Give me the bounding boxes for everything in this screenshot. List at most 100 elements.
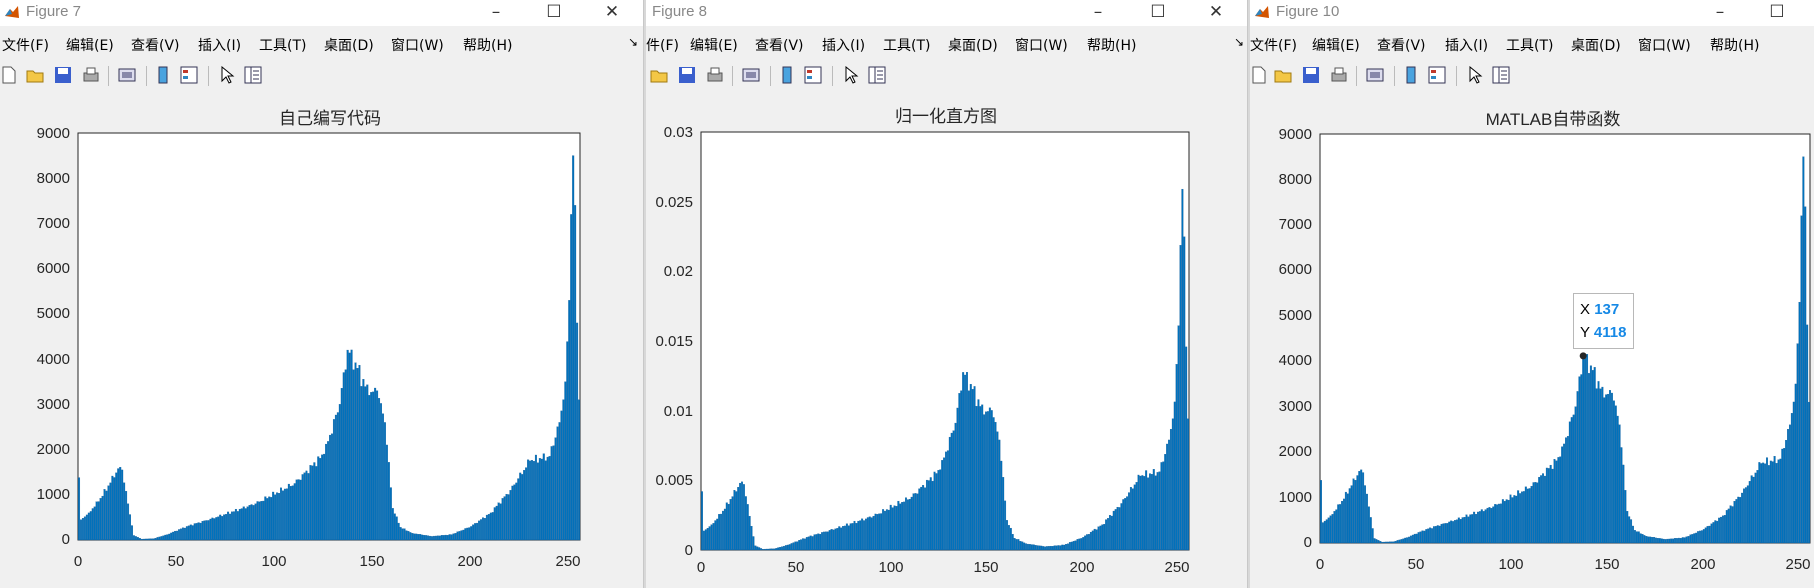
property-editor-icon[interactable] — [244, 66, 262, 84]
histogram-bar — [985, 411, 987, 551]
minimize-button[interactable]: – — [474, 0, 518, 26]
matlab-icon — [1254, 4, 1270, 20]
histogram-bar — [1808, 401, 1811, 544]
close-button[interactable]: ✕ — [1194, 0, 1238, 26]
print-icon[interactable] — [1330, 66, 1348, 84]
print-icon[interactable] — [82, 66, 100, 84]
histogram-bar — [1741, 492, 1744, 544]
legend-icon[interactable] — [1428, 66, 1446, 84]
new-figure-icon[interactable] — [1250, 66, 1268, 84]
histogram-bar — [988, 407, 991, 551]
save-icon[interactable] — [1302, 66, 1320, 84]
link-plot-icon[interactable] — [1366, 66, 1384, 84]
menu-file[interactable]: 文件(F) — [2, 35, 49, 55]
minimize-button[interactable]: – — [1076, 0, 1120, 26]
maximize-button[interactable]: ☐ — [1755, 0, 1799, 26]
open-folder-icon[interactable] — [26, 66, 44, 84]
histogram-bar — [399, 527, 402, 541]
menu-help[interactable]: 帮助(H) — [1087, 35, 1136, 55]
menu-edit[interactable]: 编辑(E) — [66, 35, 114, 55]
menu-insert[interactable]: 插入(I) — [1445, 35, 1488, 55]
histogram-bar — [958, 393, 961, 551]
colorbar-icon[interactable] — [154, 66, 172, 84]
pointer-icon[interactable] — [218, 65, 236, 84]
dock-arrow-icon[interactable]: ↘ — [1234, 35, 1244, 49]
histogram-bar — [712, 523, 715, 551]
histogram-bar — [113, 477, 116, 541]
menu-view[interactable]: 查看(V) — [1377, 35, 1426, 55]
menu-desktop[interactable]: 桌面(D) — [324, 35, 374, 55]
maximize-button[interactable]: ☐ — [532, 0, 576, 26]
histogram-bar — [1088, 534, 1090, 551]
histogram-bar — [935, 473, 938, 551]
menu-help[interactable]: 帮助(H) — [1710, 35, 1759, 55]
menu-insert[interactable]: 插入(I) — [822, 35, 865, 55]
menu-window[interactable]: 窗口(W) — [391, 35, 444, 55]
axes-svg[interactable]: 归一化直方图 0 0.005 0.01 0.015 0.02 0.025 0.0… — [646, 92, 1247, 588]
menu-view[interactable]: 查看(V) — [131, 35, 180, 55]
print-icon[interactable] — [706, 66, 724, 84]
histogram-bar — [568, 300, 571, 541]
link-plot-icon[interactable] — [118, 66, 136, 84]
colorbar-icon[interactable] — [1402, 66, 1420, 84]
title-bar[interactable]: Figure 10 – ☐ — [1250, 0, 1814, 26]
histogram-bar — [1055, 545, 1058, 551]
datatip-marker[interactable] — [1579, 352, 1587, 360]
title-bar[interactable]: Figure 8 – ☐ ✕ — [646, 0, 1247, 26]
menu-tools[interactable]: 工具(T) — [1506, 35, 1553, 55]
menu-desktop[interactable]: 桌面(D) — [948, 35, 998, 55]
histogram-bar — [105, 490, 108, 541]
menu-window[interactable]: 窗口(W) — [1638, 35, 1691, 55]
menu-help[interactable]: 帮助(H) — [463, 35, 512, 55]
histogram-bar — [1356, 475, 1359, 544]
legend-icon[interactable] — [180, 66, 198, 84]
link-plot-icon[interactable] — [742, 66, 760, 84]
histogram-bar — [895, 506, 898, 551]
histogram-bar — [1434, 526, 1437, 544]
menu-tools[interactable]: 工具(T) — [883, 35, 930, 55]
minimize-button[interactable]: – — [1698, 0, 1742, 26]
menu-desktop[interactable]: 桌面(D) — [1571, 35, 1621, 55]
histogram-bar — [242, 506, 245, 541]
axes-svg[interactable]: MATLAB自带函数 0 1000 2000 3000 4000 5000 60… — [1250, 92, 1814, 588]
save-icon[interactable] — [54, 66, 72, 84]
dock-arrow-icon[interactable]: ↘ — [628, 35, 638, 49]
datatip[interactable]: X 137 Y 4118 — [1573, 293, 1635, 349]
menu-tools[interactable]: 工具(T) — [259, 35, 306, 55]
histogram-bar — [1164, 454, 1167, 551]
open-folder-icon[interactable] — [1274, 66, 1292, 84]
legend-icon[interactable] — [804, 66, 822, 84]
menu-file[interactable]: 件(F) — [646, 35, 679, 55]
histogram-bar — [1754, 472, 1757, 544]
open-folder-icon[interactable] — [650, 66, 668, 84]
histogram-bar — [1572, 414, 1575, 544]
histogram-bar — [119, 466, 122, 541]
histogram-bar — [340, 388, 343, 541]
histogram-bar — [1494, 504, 1497, 544]
pointer-icon[interactable] — [842, 65, 860, 84]
histogram-bar — [299, 479, 302, 541]
histogram-bar — [1507, 499, 1510, 544]
property-editor-icon[interactable] — [1492, 66, 1510, 84]
histogram-bar — [1700, 530, 1703, 544]
histogram-bar — [1028, 544, 1031, 551]
title-bar[interactable]: Figure 7 – ☐ ✕ — [0, 0, 643, 26]
menu-edit[interactable]: 编辑(E) — [690, 35, 738, 55]
menu-insert[interactable]: 插入(I) — [198, 35, 241, 55]
close-button[interactable]: ✕ — [590, 0, 634, 26]
new-figure-icon[interactable] — [0, 66, 18, 84]
histogram-bar — [303, 472, 306, 541]
pointer-icon[interactable] — [1466, 65, 1484, 84]
menu-window[interactable]: 窗口(W) — [1015, 35, 1068, 55]
menu-file[interactable]: 文件(F) — [1250, 35, 1297, 55]
save-icon[interactable] — [678, 66, 696, 84]
histogram-bar — [1320, 480, 1322, 544]
maximize-button[interactable]: ☐ — [1136, 0, 1180, 26]
colorbar-icon[interactable] — [778, 66, 796, 84]
property-editor-icon[interactable] — [868, 66, 886, 84]
x-tick-label: 250 — [555, 553, 580, 570]
axes-svg[interactable]: 自己编写代码 0 1000 2000 3000 4000 5000 6000 7… — [0, 92, 643, 588]
menu-edit[interactable]: 编辑(E) — [1312, 35, 1360, 55]
menu-view[interactable]: 查看(V) — [755, 35, 804, 55]
histogram-bar — [1787, 429, 1789, 544]
